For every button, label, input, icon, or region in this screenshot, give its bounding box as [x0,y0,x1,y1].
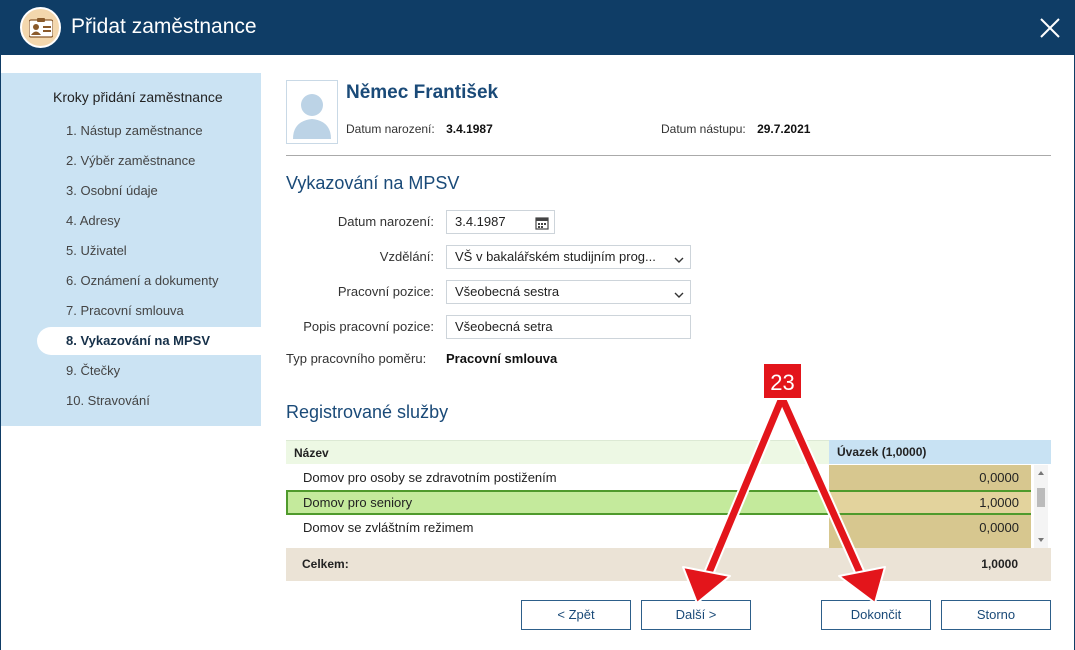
window-title: Přidat zaměstnance [71,15,257,38]
services-table: Název Úvazek (1,0000) Domov pro osoby se… [286,440,1051,581]
employee-card-icon [20,7,61,48]
table-row[interactable]: Domov se zvláštním režimem 0,0000 [286,515,1031,540]
service-load[interactable]: 0,0000 [829,515,1031,540]
position-label: Pracovní pozice: [337,284,434,299]
section-title-mpsv: Vykazování na MPSV [286,173,460,193]
service-name: Domov se zvláštním režimem [303,520,474,535]
service-load[interactable]: 0,0000 [829,465,1031,490]
total-label: Celkem: [302,557,349,571]
step-item[interactable]: 10. Stravování [37,387,261,415]
step-item[interactable]: 9. Čtečky [37,357,261,385]
employment-type-value: Pracovní smlouva [446,351,558,366]
close-icon[interactable] [1036,14,1064,42]
birth-date-field[interactable]: 3.4.1987 [446,210,555,234]
title-bar: Přidat zaměstnance [0,0,1075,55]
step-item[interactable]: 2. Výběr zaměstnance [37,147,261,175]
position-desc-label: Popis pracovní pozice: [303,319,434,334]
employee-name: Němec František [346,82,499,103]
start-date-info: Datum nástupu: 29.7.2021 [661,122,810,136]
total-row: Celkem: 1,0000 [286,548,1051,581]
cancel-button[interactable]: Storno [941,600,1051,630]
education-value: VŠ v bakalářském studijním prog... [455,249,656,264]
load-column-fill [829,540,1031,548]
start-date-value: 29.7.2021 [757,122,811,136]
step-item[interactable]: 5. Uživatel [37,237,261,265]
start-date-label: Datum nástupu: [661,122,746,136]
column-header-load[interactable]: Úvazek (1,0000) [829,440,1031,464]
position-select[interactable]: Všeobecná sestra [446,280,691,304]
section-title-services: Registrované služby [286,402,449,422]
divider [286,155,1051,156]
back-button[interactable]: < Zpět [521,600,631,630]
calendar-icon[interactable] [535,215,549,237]
step-item[interactable]: 7. Pracovní smlouva [37,297,261,325]
column-header-name[interactable]: Název [286,440,829,464]
birth-date-value: 3.4.1987 [446,122,493,136]
birth-date-info: Datum narození: 3.4.1987 [346,122,493,136]
chevron-down-icon [673,286,685,308]
steps-sidebar: Kroky přidání zaměstnance 1. Nástup zamě… [1,73,261,426]
sidebar-title: Kroky přidání zaměstnance [53,89,223,105]
step-item[interactable]: 1. Nástup zaměstnance [37,117,261,145]
avatar [286,80,338,144]
education-select[interactable]: VŠ v bakalářském studijním prog... [446,245,691,269]
step-item[interactable]: 4. Adresy [37,207,261,235]
finish-button[interactable]: Dokončit [821,600,931,630]
birth-date-field-label: Datum narození: [337,214,434,229]
total-value: 1,0000 [981,557,1018,571]
education-label: Vzdělání: [379,249,434,264]
position-desc-value: Všeobecná setra [455,319,553,334]
service-load[interactable]: 1,0000 [829,492,1031,513]
service-name: Domov pro osoby se zdravotním postižením [303,470,557,485]
step-item[interactable]: 3. Osobní údaje [37,177,261,205]
step-number-badge: 23 [762,362,803,400]
birth-date-label: Datum narození: [346,122,435,136]
scrollbar[interactable] [1034,465,1048,548]
step-item[interactable]: 6. Oznámení a dokumenty [37,267,261,295]
position-desc-input[interactable]: Všeobecná setra [446,315,691,339]
chevron-down-icon [673,251,685,273]
header-corner [1031,440,1051,464]
employment-type-label: Typ pracovního poměru: [286,351,427,366]
next-button[interactable]: Další > [641,600,751,630]
position-value: Všeobecná sestra [455,284,560,299]
table-row-selected[interactable]: Domov pro seniory 1,0000 [286,490,1031,515]
service-name: Domov pro seniory [303,495,413,510]
table-row[interactable]: Domov pro osoby se zdravotním postižením… [286,465,1031,490]
step-item-active[interactable]: 8. Vykazování na MPSV [37,327,261,355]
